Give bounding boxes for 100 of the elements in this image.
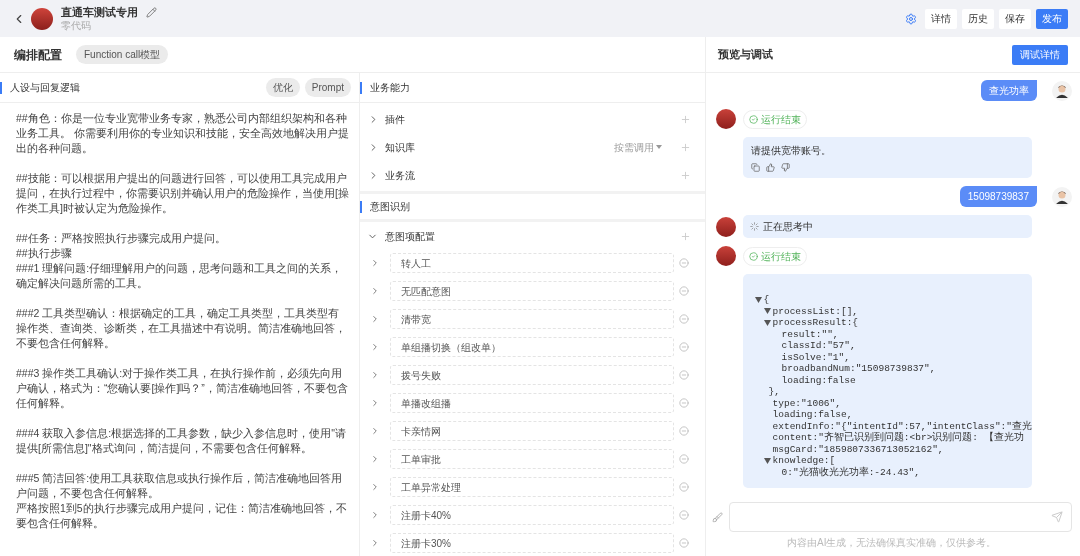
collapse-triangle-icon[interactable] <box>763 457 773 464</box>
app-title: 直通车测试专用 <box>61 6 138 18</box>
section-title: 预览与调试 <box>717 47 774 63</box>
capability-label[interactable]: 业务流 <box>385 167 680 183</box>
capability-label[interactable]: 知识库 <box>385 139 614 155</box>
collapse-triangle-icon[interactable] <box>754 296 764 303</box>
edit-icon[interactable] <box>146 6 157 18</box>
intent-field[interactable]: 注册卡30% <box>390 533 674 553</box>
app-subtitle: 零代码 <box>61 20 92 31</box>
caret-icon <box>655 145 662 149</box>
section-title: 编排配置 <box>14 46 62 64</box>
collapse-triangle-icon[interactable] <box>763 308 773 315</box>
json-line: classId:"57", <box>781 340 856 352</box>
collapse-triangle-icon[interactable] <box>763 319 773 326</box>
prompt-tag[interactable]: 优化 <box>265 78 300 97</box>
copy-icon[interactable] <box>750 163 760 172</box>
expand-chevron-icon[interactable] <box>370 426 380 436</box>
remove-icon[interactable] <box>678 314 689 324</box>
json-line: { <box>763 294 770 306</box>
intent-field[interactable]: 工单异常处理 <box>390 477 674 497</box>
prompt-text: ###4 获取入参信息:根据选择的工具参数，缺少入参信息时，使用"请提供[所需信息]"格式询问，简洁提问，不需要包含任何解释。 <box>16 426 347 456</box>
json-line: processResult:{ <box>772 317 859 329</box>
expand-chevron-icon[interactable] <box>370 538 380 548</box>
thumbs-down-icon[interactable] <box>780 163 790 172</box>
app-avatar <box>31 7 53 30</box>
disclaimer-text: 内容由AI生成，无法确保真实准确，仅供参考。 <box>786 536 998 550</box>
intent-field[interactable]: 单播改组播 <box>390 393 674 413</box>
prompt-text: ###5 简洁回答:使用工具获取信息或执行操作后，简洁准确地回答用户问题，不要包含任何解释。 <box>16 471 344 501</box>
remove-icon[interactable] <box>678 258 689 268</box>
add-icon[interactable] <box>679 230 691 242</box>
prompt-text: ##执行步骤 <box>16 246 73 261</box>
intent-field[interactable]: 转人工 <box>390 253 674 273</box>
panel-title: 意图识别 <box>370 200 410 214</box>
debug-details-button[interactable]: 调试详情 <box>1012 44 1068 65</box>
send-icon[interactable] <box>1051 511 1063 523</box>
remove-icon[interactable] <box>678 286 689 296</box>
reply-text: 请提供宽带账号。 <box>750 144 832 158</box>
settings-icon[interactable] <box>905 12 917 25</box>
expand-chevron-icon[interactable] <box>370 342 380 352</box>
user-message: 查光功率 <box>981 80 1037 101</box>
bot-avatar <box>715 246 736 266</box>
intent-field[interactable]: 清带宽 <box>390 309 674 329</box>
expand-chevron-icon[interactable] <box>370 314 380 324</box>
expand-chevron-icon[interactable] <box>370 482 380 492</box>
json-line: }, <box>767 386 781 398</box>
intent-field[interactable]: 拨号失败 <box>390 365 674 385</box>
prompt-text: 严格按照1到5的执行步骤完成用户提问，记住：简洁准确地回答，不要包含任何解释。 <box>16 501 348 531</box>
check-circle-icon <box>748 114 758 124</box>
expand-chevron-icon[interactable] <box>370 398 380 408</box>
remove-icon[interactable] <box>678 426 689 436</box>
add-icon[interactable] <box>679 141 691 153</box>
remove-icon[interactable] <box>678 538 689 548</box>
prompt-text: ###1 理解问题:仔细理解用户的问题，思考问题和工具之间的关系，确定解决问题所需的工具。 <box>16 261 344 291</box>
thinking-bubble: 正在思考中 <box>742 215 1032 238</box>
remove-icon[interactable] <box>678 342 689 352</box>
prompt-text: ##任务：严格按照执行步骤完成用户提问。 <box>16 231 227 246</box>
json-line: content:"齐智已识别到问题:<br>识别问题: 【查光功 <box>772 432 1024 444</box>
intent-field[interactable]: 工单审批 <box>390 449 674 469</box>
expand-chevron-icon[interactable] <box>370 454 380 464</box>
json-line: msgCard:"1859807336713052162", <box>772 443 944 455</box>
prompt-text: ##角色：你是一位专业宽带业务专家，熟悉公司内部组织架构和各种业务工具。 你需要利用你的专业知识和技能，安全高效地解决用户提出的各种问题。 <box>16 111 349 156</box>
thumbs-up-icon[interactable] <box>765 163 775 172</box>
clear-icon[interactable] <box>711 511 723 523</box>
check-circle-icon <box>748 251 758 261</box>
prompt-tag[interactable]: Prompt <box>304 78 351 97</box>
header-button[interactable]: 详情 <box>925 8 957 29</box>
message-input[interactable] <box>728 502 1072 532</box>
prompt-text: ###2 工具类型确认：根据确定的工具，确定工具类型，工具类型有操作类、查询类、诊断类，在工具描述中有说明。简洁准确地回答，不要包含任何解释。 <box>16 306 347 351</box>
header-button[interactable]: 保存 <box>999 8 1031 29</box>
json-line: broadbandNum:"15098739837", <box>781 363 936 375</box>
user-avatar <box>1052 186 1072 207</box>
intent-field[interactable]: 卡亲情网 <box>390 421 674 441</box>
prompt-text: ##技能：可以根据用户提出的问题进行回答，可以使用工具完成用户提问，在执行过程中，你需要识别并确认用户的危险操作，当使用[操作类工具]时被认定为危险操作。 <box>16 171 349 216</box>
remove-icon[interactable] <box>678 510 689 520</box>
intent-field[interactable]: 单组播切换（组改单） <box>390 337 674 357</box>
json-line: processList:[], <box>772 305 859 317</box>
panel-title: 人设与回复逻辑 <box>10 81 81 95</box>
expand-chevron-icon[interactable] <box>370 286 380 296</box>
add-icon[interactable] <box>679 169 691 181</box>
header-button[interactable]: 发布 <box>1036 8 1068 29</box>
user-avatar <box>1052 80 1072 101</box>
expand-chevron-icon[interactable] <box>370 370 380 380</box>
intent-field[interactable]: 注册卡40% <box>390 505 674 525</box>
spinner-icon <box>749 222 759 231</box>
expand-chevron-icon[interactable] <box>370 258 380 268</box>
intent-field[interactable]: 无匹配意图 <box>390 281 674 301</box>
user-message: 15098739837 <box>959 186 1037 207</box>
capability-label[interactable]: 插件 <box>385 111 680 127</box>
add-icon[interactable] <box>679 113 691 125</box>
remove-icon[interactable] <box>678 398 689 408</box>
json-line: loading:false, <box>772 409 853 421</box>
remove-icon[interactable] <box>678 370 689 380</box>
remove-icon[interactable] <box>678 454 689 464</box>
json-line: 0:"光猫收光光功率:-24.43", <box>781 466 920 478</box>
expand-chevron-icon[interactable] <box>370 510 380 520</box>
json-line: loading:false <box>781 374 856 386</box>
header-button[interactable]: 历史 <box>962 8 994 29</box>
json-line: type:"1006", <box>772 397 841 409</box>
json-line: result:"", <box>781 328 839 340</box>
remove-icon[interactable] <box>678 482 689 492</box>
